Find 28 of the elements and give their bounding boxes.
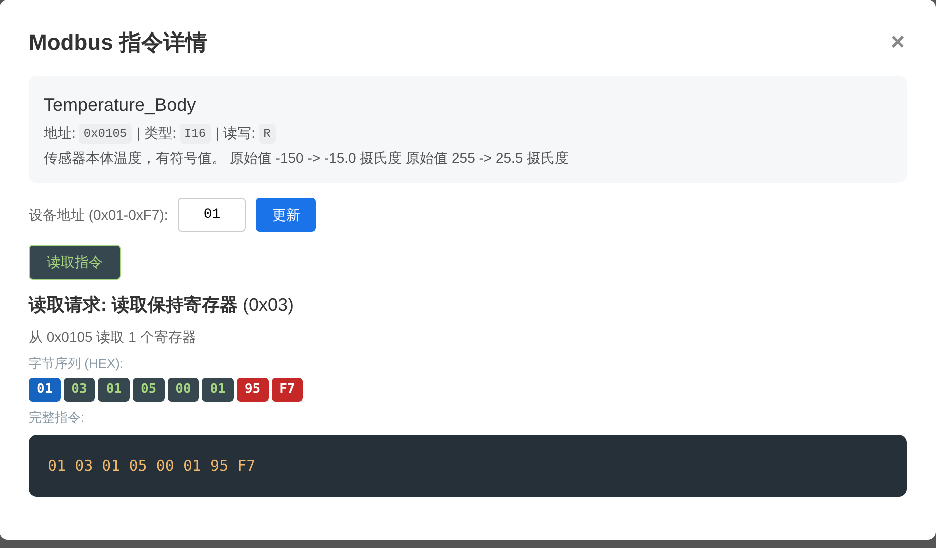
hex-byte: 00 <box>168 378 200 402</box>
update-button[interactable]: 更新 <box>256 198 316 232</box>
meta-value: R <box>258 124 276 144</box>
close-button[interactable]: × <box>890 30 905 54</box>
read-command-button[interactable]: 读取指令 <box>29 245 121 280</box>
hex-byte: 01 <box>29 378 61 402</box>
request-title: 读取请求: 读取保持寄存器 <box>29 294 238 317</box>
meta-label: | 读写: <box>216 124 256 143</box>
hex-byte: 03 <box>64 378 96 402</box>
hex-byte: F7 <box>272 378 304 402</box>
meta-value: 0x0105 <box>78 124 132 144</box>
dialog-title: Modbus 指令详情 <box>29 29 208 57</box>
meta-value: I16 <box>180 124 212 144</box>
point-name: Temperature_Body <box>44 94 198 117</box>
device-address-field[interactable]: 01 <box>178 198 246 232</box>
hex-byte: 95 <box>236 378 269 402</box>
request-summary: 从 0x0105 读取 1 个寄存器 <box>29 328 198 347</box>
hex-byte: 01 <box>98 378 130 402</box>
hex-byte: 01 <box>202 378 234 402</box>
full-command: 01 03 01 05 00 01 95 F7 <box>48 456 256 477</box>
meta-label: 地址: <box>44 124 76 143</box>
bytes-label: 字节序列 (HEX): <box>29 355 125 373</box>
function-code: (0x03) <box>243 294 294 317</box>
point-description: 传感器本体温度，有符号值。 原始值 -150 -> -15.0 摄氏度 原始值 255 -> 25.5 摄氏度 <box>44 149 570 168</box>
meta-label: | 类型: <box>137 124 177 143</box>
hex-byte: 05 <box>132 378 165 402</box>
device-address-label: 设备地址 (0x01-0xF7): <box>29 206 168 225</box>
full-command-label: 完整指令: <box>29 408 86 426</box>
